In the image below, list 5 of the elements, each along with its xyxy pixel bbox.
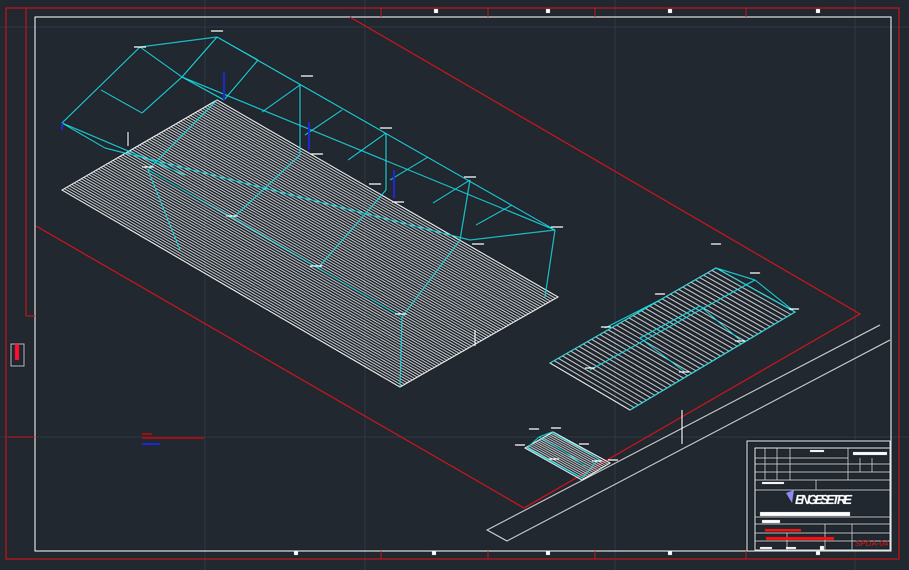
layer-legend-icon — [10, 344, 24, 366]
annotation-mark — [142, 433, 204, 445]
company-logo-text: ENGESETRE — [795, 492, 852, 507]
logo-icon — [786, 490, 794, 503]
sheet-code: SPDA-04 — [855, 539, 888, 548]
